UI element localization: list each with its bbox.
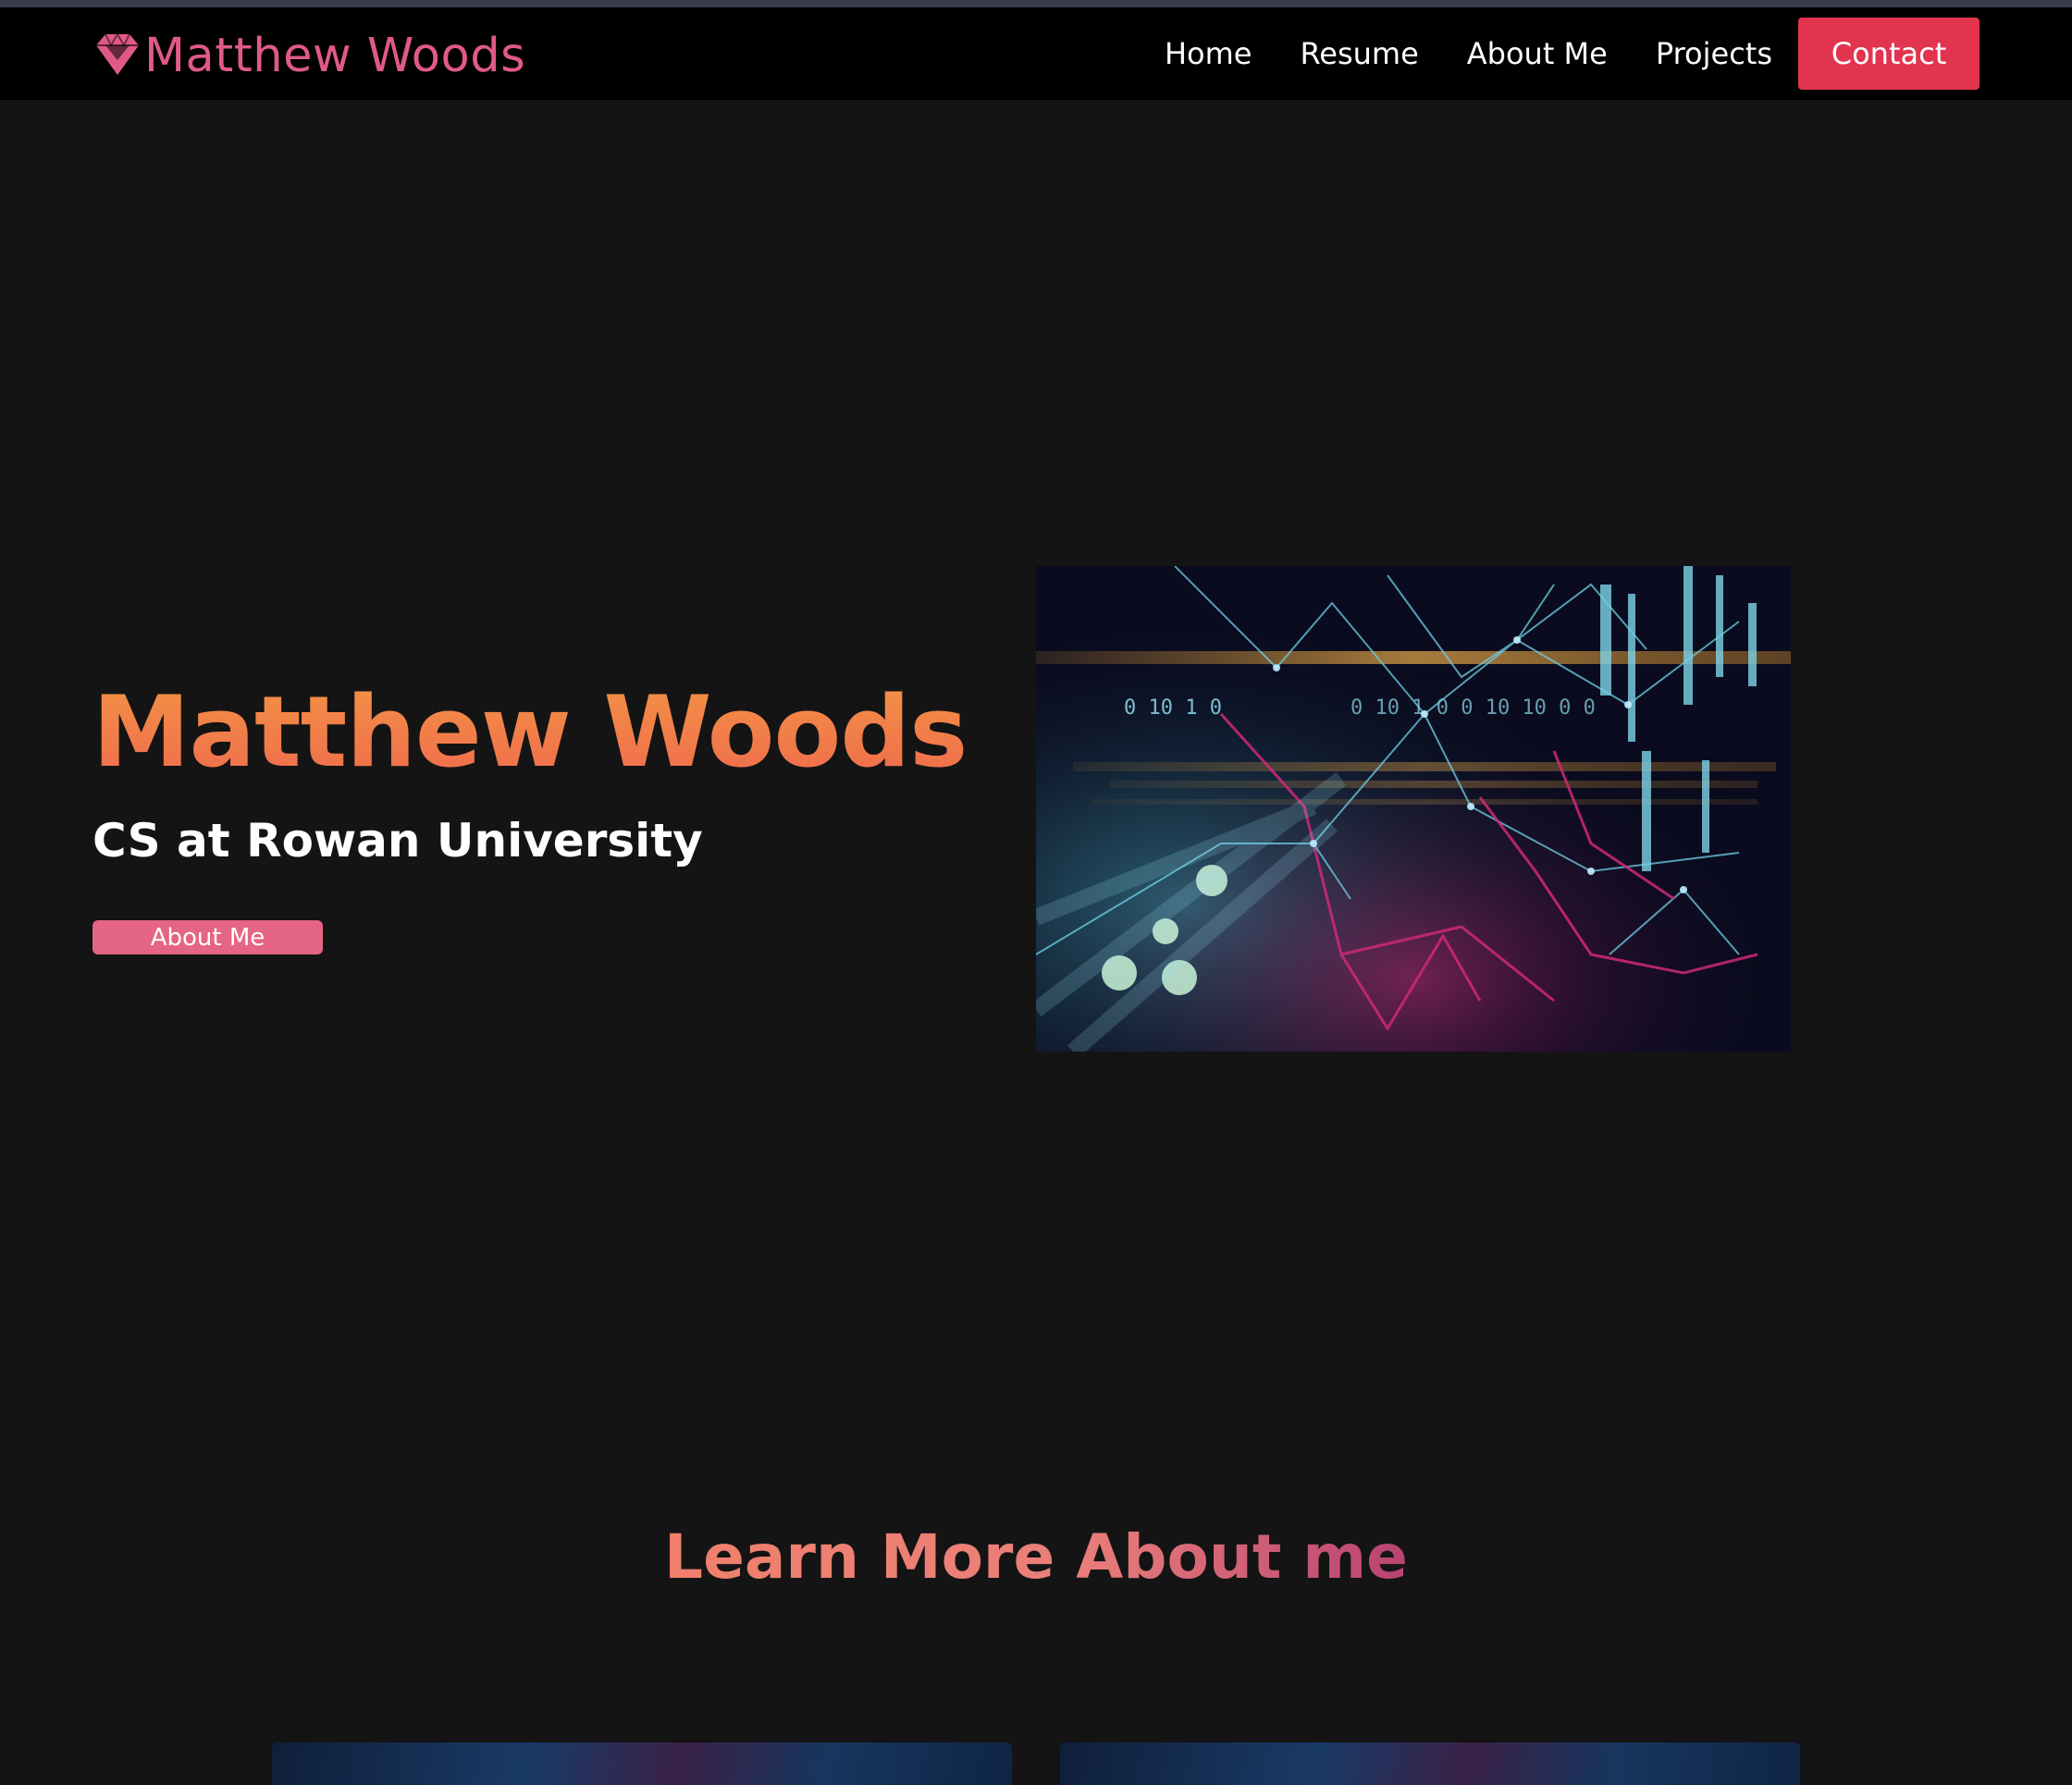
binary-digits-left: 0 10 1 0 [1124, 696, 1222, 720]
brand-logo[interactable]: Matthew Woods [92, 28, 525, 83]
brand-name: Matthew Woods [144, 28, 526, 83]
hero-subtitle: CS at Rowan University [92, 814, 703, 868]
about-me-button[interactable]: About Me [92, 920, 323, 954]
navbar: Matthew Woods Home Resume About Me Proje… [0, 7, 2072, 100]
section-title: Learn More About me [0, 1521, 2072, 1593]
network-data-illustration: 0 10 1 0 0 10 1 0 0 10 10 0 0 [1036, 566, 1791, 1052]
nav-projects[interactable]: Projects [1656, 36, 1772, 71]
binary-digits-right: 0 10 1 0 0 10 10 0 0 [1350, 696, 1596, 720]
nav-resume[interactable]: Resume [1300, 36, 1418, 71]
nav-links: Home Resume About Me Projects Contact [1165, 18, 1980, 90]
section-title-text: Learn More About me [664, 1521, 1408, 1593]
hero-title: Matthew Woods [92, 675, 968, 789]
window-top-strip [0, 0, 2072, 7]
nav-about-me[interactable]: About Me [1467, 36, 1608, 71]
nav-home[interactable]: Home [1165, 36, 1252, 71]
gem-icon [96, 32, 139, 75]
contact-button[interactable]: Contact [1798, 18, 1980, 90]
hero-image: 0 10 1 0 0 10 1 0 0 10 10 0 0 [1036, 566, 1791, 1052]
about-card-2[interactable] [1060, 1742, 1800, 1785]
about-card-1[interactable] [272, 1742, 1012, 1785]
